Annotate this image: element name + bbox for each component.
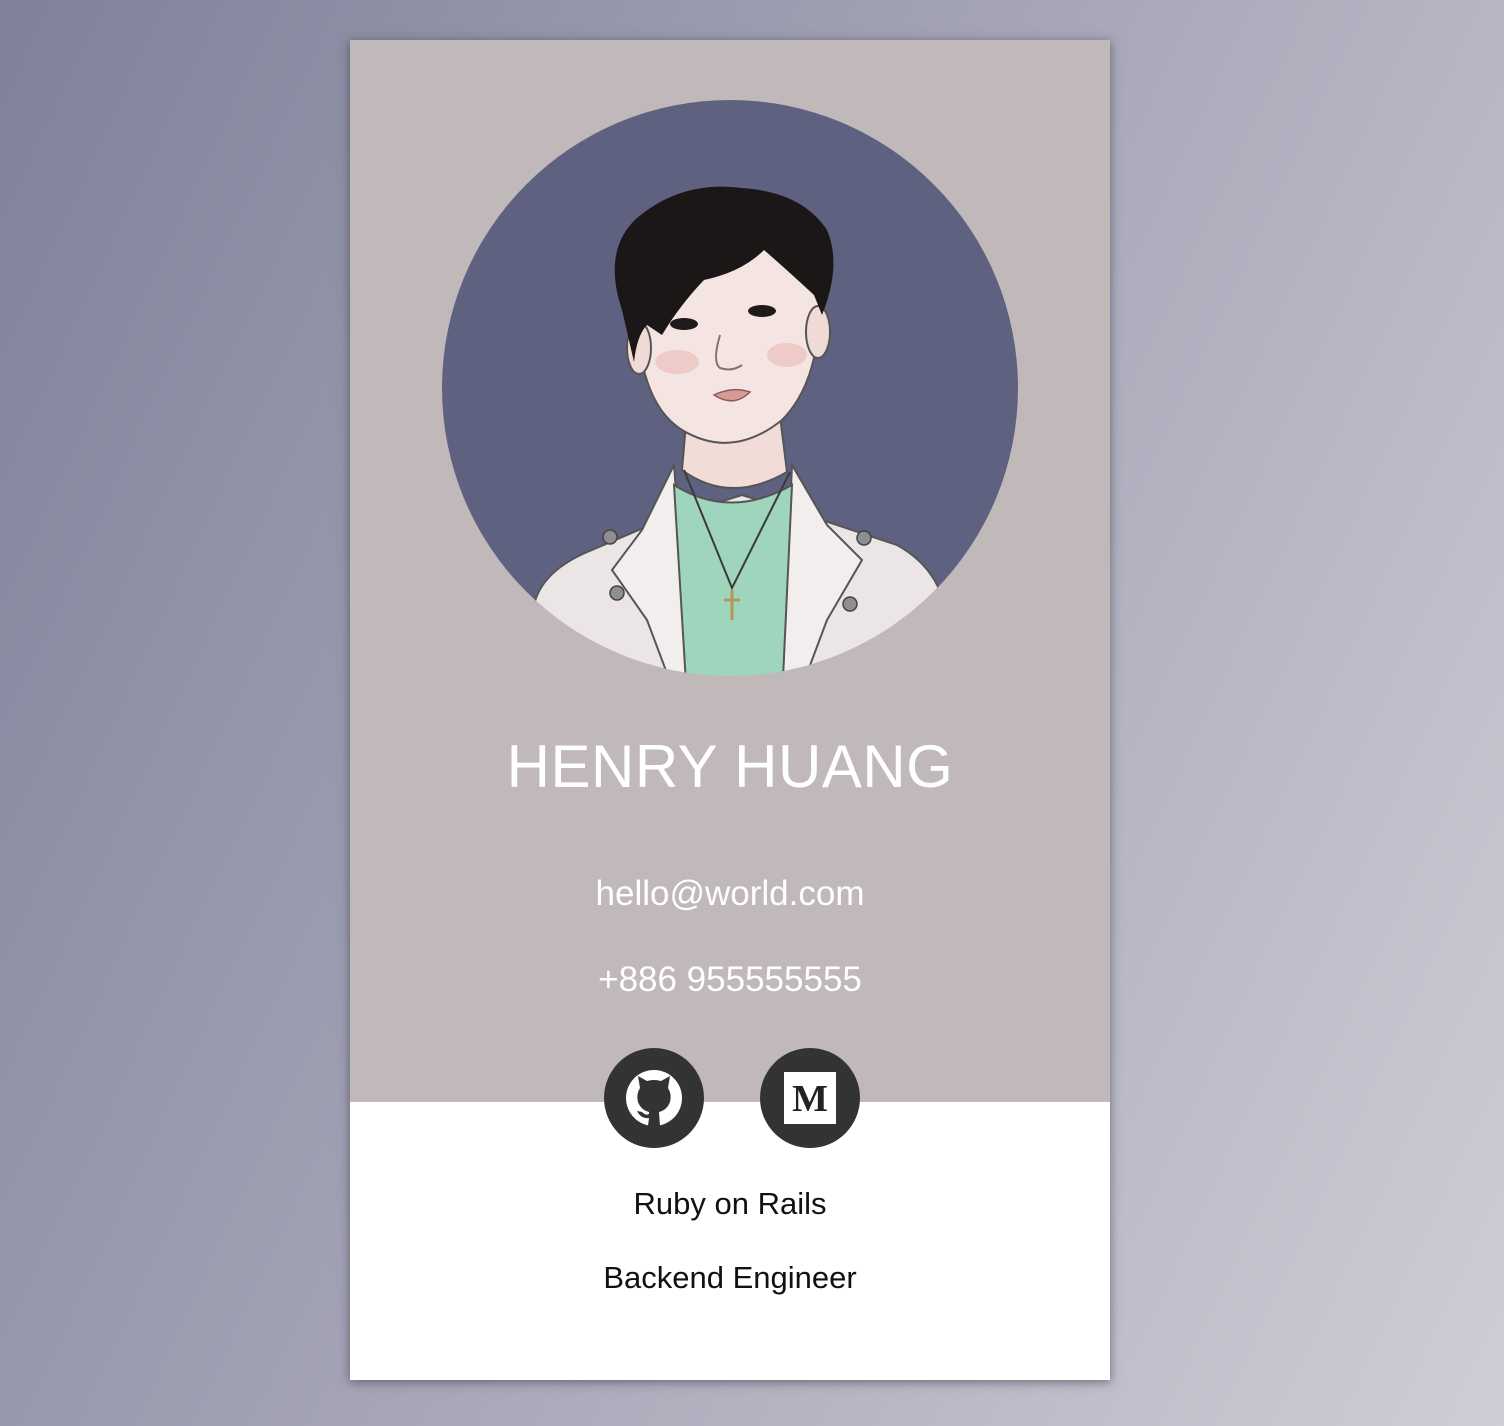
email-address[interactable]: hello@world.com — [350, 872, 1110, 916]
business-card: HENRY HUANG hello@world.com +886 9555555… — [350, 40, 1110, 1380]
medium-link[interactable]: M — [760, 1048, 860, 1148]
medium-glyph: M — [792, 1078, 828, 1120]
avatar-illustration — [516, 186, 959, 676]
person-name: HENRY HUANG — [506, 733, 954, 800]
medium-icon: M — [784, 1072, 836, 1124]
avatar — [442, 100, 1018, 676]
github-link[interactable] — [604, 1048, 704, 1148]
phone-number[interactable]: +886 955555555 — [350, 958, 1110, 1002]
github-icon — [626, 1070, 682, 1126]
skill-label: Ruby on Rails — [633, 1186, 827, 1221]
job-title: Backend Engineer — [603, 1260, 857, 1295]
